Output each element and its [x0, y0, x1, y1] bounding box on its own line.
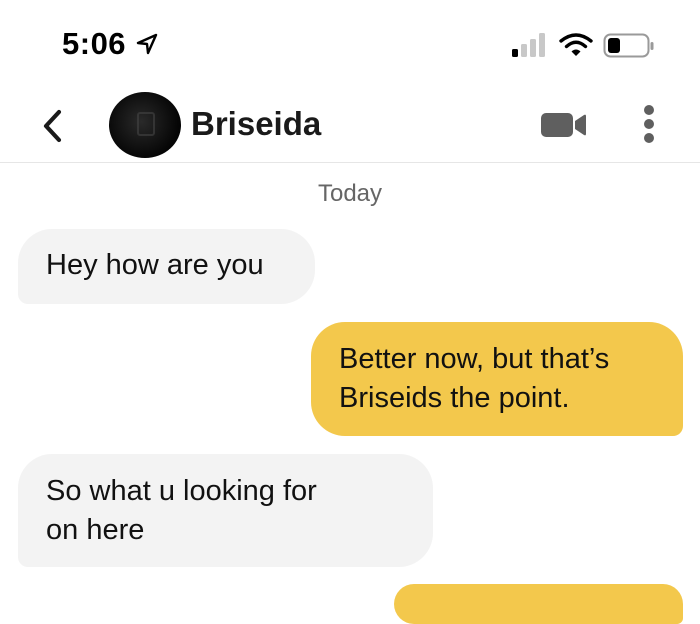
message-text: on here — [46, 514, 145, 546]
status-time: 5:06 — [62, 26, 127, 61]
status-time-group: 5:06 — [62, 26, 158, 62]
cellular-signal-icon — [511, 32, 549, 58]
wifi-icon — [559, 32, 593, 58]
video-camera-icon — [541, 113, 586, 137]
chevron-left-icon — [43, 109, 62, 143]
message-text: Hey how are you — [46, 249, 264, 281]
video-call-button[interactable] — [539, 110, 587, 140]
message-bubble-outgoing[interactable]: Better now, but that’s Briseids the poin… — [311, 322, 683, 436]
message-bubble-incoming[interactable]: Hey how are you — [18, 229, 315, 304]
message-text: So what u looking for — [46, 475, 317, 507]
location-arrow-icon — [136, 33, 158, 55]
status-bar: 5:06 — [0, 0, 700, 92]
contact-name[interactable]: Briseida — [191, 104, 321, 144]
message-text: Briseids the point. — [339, 382, 570, 414]
message-text: Better now, but that’s — [339, 343, 610, 375]
battery-low-icon — [603, 33, 655, 59]
chat-header: Briseida — [0, 92, 700, 163]
message-bubble-incoming[interactable]: So what u looking for on here — [18, 454, 433, 567]
more-vertical-icon — [644, 105, 654, 143]
date-divider: Today — [317, 180, 383, 207]
more-options-button[interactable] — [636, 102, 662, 148]
avatar[interactable] — [109, 92, 181, 158]
message-bubble-outgoing[interactable] — [394, 584, 683, 624]
back-button[interactable] — [34, 106, 70, 146]
